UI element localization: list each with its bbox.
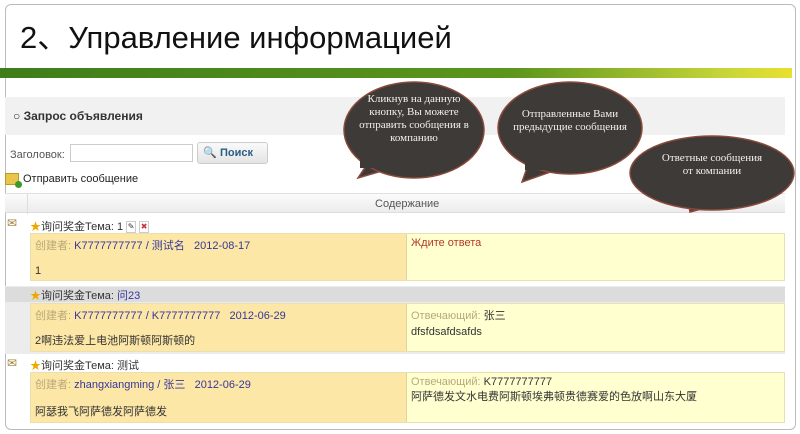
callout-replies: Ответные сообщения от компании xyxy=(661,152,763,177)
callout-sent: Отправленные Вами предыдущие сообщения xyxy=(513,108,627,133)
callout-send: Кликнув на данную кнопку, Вы можете отпр… xyxy=(359,93,469,144)
callout-shapes xyxy=(343,81,795,213)
